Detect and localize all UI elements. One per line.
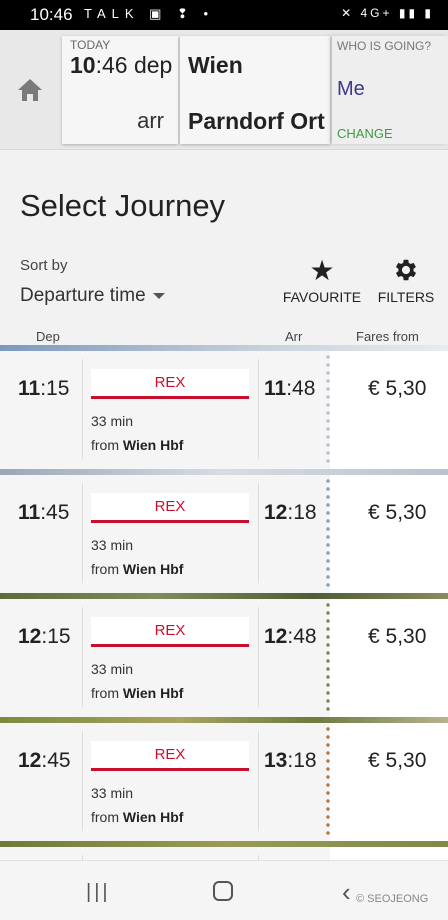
departure-time: 10:46 dep bbox=[70, 52, 173, 78]
journey-row[interactable]: 12:15 REX 33 min from Wien Hbf 12:48 € 5… bbox=[0, 593, 448, 717]
back-icon[interactable]: ‹ bbox=[342, 877, 351, 908]
arrival-time: 12:18 bbox=[264, 501, 317, 524]
status-time: 10:46 bbox=[30, 5, 73, 24]
arrival-label: arr bbox=[137, 108, 164, 133]
duration: 33 min bbox=[91, 785, 134, 801]
train-badge: REX bbox=[91, 493, 249, 523]
who-is-going-label: WHO IS GOING? bbox=[337, 39, 432, 53]
column-dep: Dep bbox=[36, 329, 60, 344]
fare-price[interactable]: € 5,30 bbox=[368, 749, 426, 773]
departure-time: 11:15 bbox=[18, 377, 70, 400]
journey-header: TODAY 10:46 dep arr Wien Parndorf Ort WH… bbox=[0, 30, 448, 150]
filters-button[interactable]: FILTERS bbox=[374, 256, 438, 305]
journey-row[interactable]: 11:15 REX 33 min from Wien Hbf 11:48 € 5… bbox=[0, 345, 448, 469]
notification-icons: TALK ▣ ❢ • bbox=[84, 6, 215, 21]
route-dots bbox=[326, 601, 330, 715]
journey-list: 11:15 REX 33 min from Wien Hbf 11:48 € 5… bbox=[0, 345, 448, 860]
favourite-label: FAVOURITE bbox=[282, 289, 362, 305]
origin: from Wien Hbf bbox=[91, 809, 184, 825]
status-bar: 10:46 TALK ▣ ❢ • ✕ 4G+ ▮▮ ▮ bbox=[0, 0, 448, 30]
departure-time: 12:15 bbox=[18, 625, 71, 648]
departure-time: 12:45 bbox=[18, 749, 71, 772]
star-icon: ★ bbox=[309, 255, 335, 286]
arrival-time: 13:18 bbox=[264, 749, 317, 772]
column-fares: Fares from bbox=[356, 329, 419, 344]
duration: 33 min bbox=[91, 413, 134, 429]
arrival-time: 11:48 bbox=[264, 377, 316, 400]
route-dots bbox=[326, 725, 330, 839]
duration: 33 min bbox=[91, 537, 134, 553]
passenger-value: Me bbox=[337, 78, 365, 100]
fare-price[interactable]: € 5,30 bbox=[368, 501, 426, 525]
sort-dropdown[interactable]: Departure time bbox=[20, 285, 165, 307]
fare-price[interactable]: € 5,30 bbox=[368, 625, 426, 649]
watermark: © SEOJEONG bbox=[356, 893, 429, 905]
arrival-time: 12:48 bbox=[264, 625, 317, 648]
route-dots bbox=[326, 353, 330, 467]
departure-time: 11:45 bbox=[18, 501, 70, 524]
today-label: TODAY bbox=[70, 38, 111, 52]
system-nav-bar: ||| ‹ © SEOJEONG bbox=[0, 860, 448, 920]
time-selector[interactable]: TODAY 10:46 dep arr bbox=[62, 36, 178, 144]
route-dots bbox=[326, 477, 330, 591]
journey-row[interactable]: 12:45 REX 33 min from Wien Hbf 13:18 € 5… bbox=[0, 717, 448, 841]
train-badge: REX bbox=[91, 617, 249, 647]
origin: from Wien Hbf bbox=[91, 685, 184, 701]
filters-label: FILTERS bbox=[377, 289, 435, 305]
fare-price[interactable]: € 5,30 bbox=[368, 377, 426, 401]
duration: 33 min bbox=[91, 661, 134, 677]
route-selector[interactable]: Wien Parndorf Ort bbox=[180, 36, 330, 144]
favourite-button[interactable]: ★ FAVOURITE bbox=[282, 255, 362, 306]
home-button-icon[interactable] bbox=[213, 881, 233, 901]
caret-down-icon bbox=[152, 292, 165, 299]
column-arr: Arr bbox=[285, 329, 303, 344]
origin-station: Wien bbox=[188, 52, 243, 78]
sort-by-label: Sort by bbox=[20, 257, 68, 274]
home-icon[interactable] bbox=[14, 74, 46, 106]
journey-row[interactable]: 11:45 REX 33 min from Wien Hbf 12:18 € 5… bbox=[0, 469, 448, 593]
destination-station: Parndorf Ort bbox=[188, 108, 325, 134]
page-title: Select Journey bbox=[20, 188, 226, 223]
origin: from Wien Hbf bbox=[91, 437, 184, 453]
system-icons: ✕ 4G+ ▮▮ ▮ bbox=[341, 6, 434, 20]
change-passenger-link[interactable]: CHANGE bbox=[337, 126, 393, 141]
gear-icon bbox=[374, 256, 438, 286]
recent-apps-icon[interactable]: ||| bbox=[86, 881, 111, 904]
journey-row-partial[interactable] bbox=[0, 841, 448, 860]
passenger-selector[interactable]: WHO IS GOING? Me CHANGE bbox=[332, 36, 448, 144]
origin: from Wien Hbf bbox=[91, 561, 184, 577]
train-badge: REX bbox=[91, 369, 249, 399]
train-badge: REX bbox=[91, 741, 249, 771]
